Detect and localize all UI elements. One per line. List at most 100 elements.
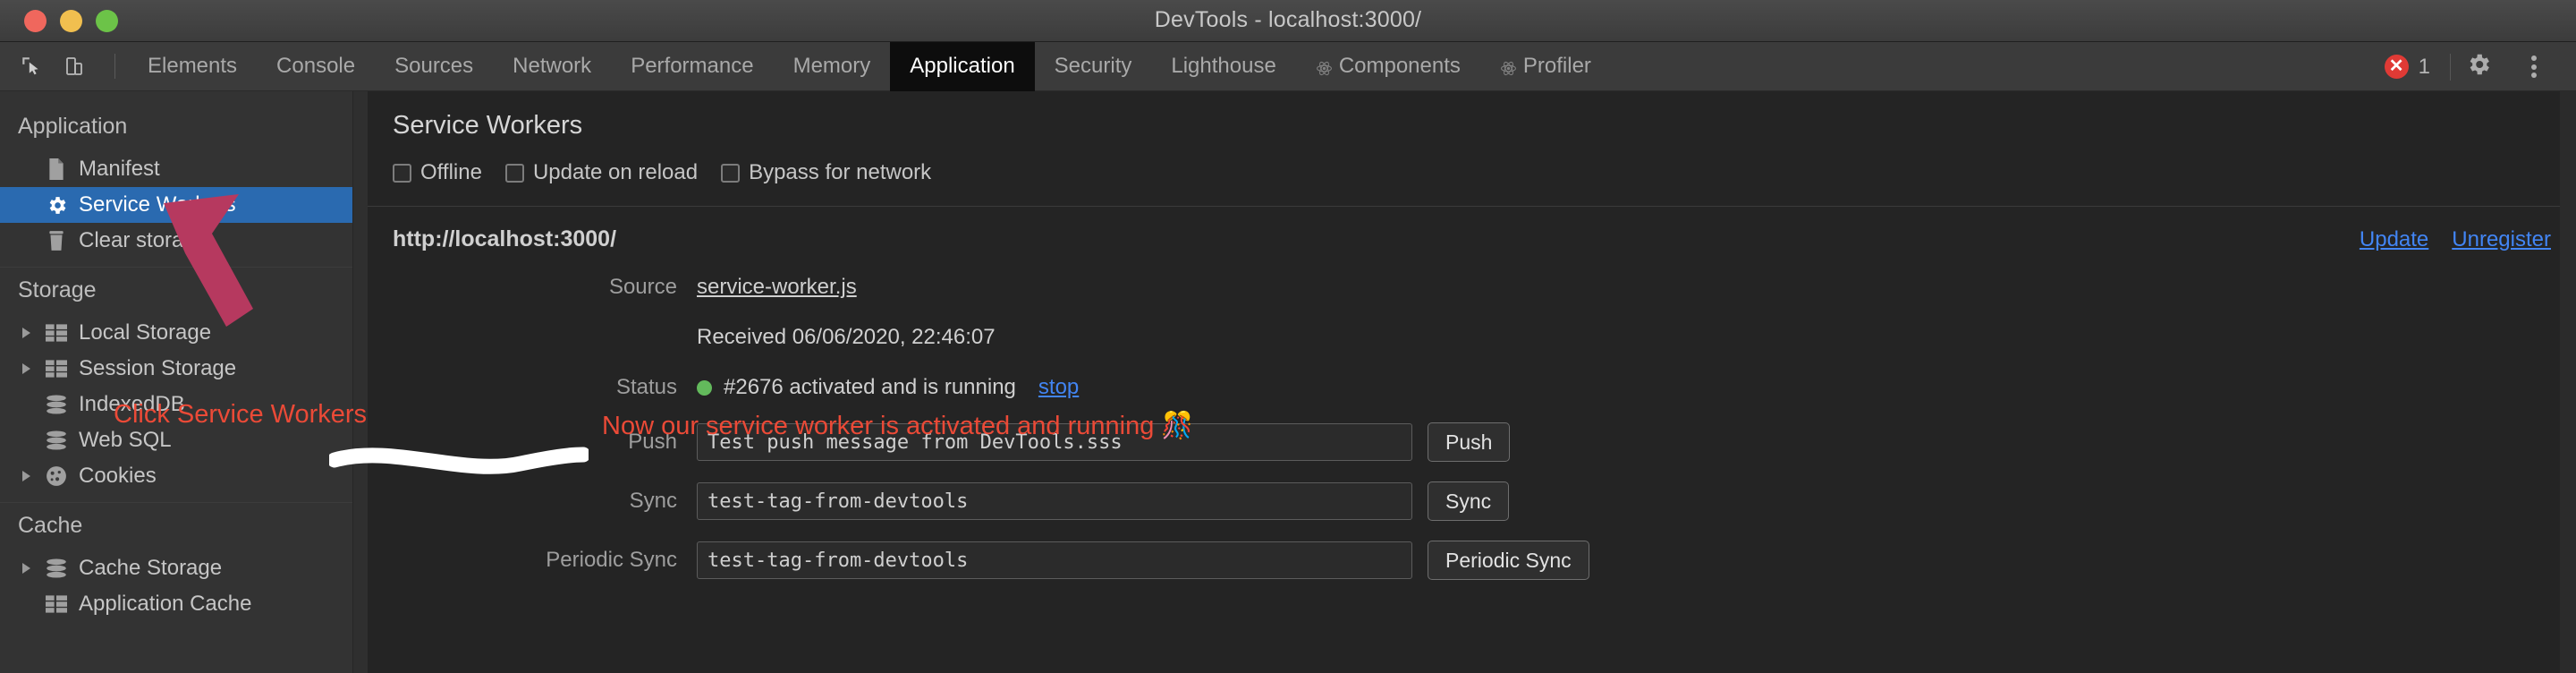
tab-label: Security — [1054, 54, 1132, 78]
tab-label: Network — [513, 54, 592, 78]
tab-profiler[interactable]: Profiler — [1480, 42, 1611, 91]
push-button[interactable]: Push — [1428, 422, 1511, 462]
database-icon — [44, 395, 69, 414]
device-toolbar-icon[interactable] — [59, 51, 89, 81]
tab-label: Profiler — [1522, 54, 1591, 78]
settings-button[interactable] — [2451, 42, 2506, 91]
tab-memory[interactable]: Memory — [774, 42, 891, 91]
push-label: Push — [628, 430, 677, 454]
checkbox-label: Offline — [420, 160, 482, 184]
tab-label: Application — [910, 54, 1015, 78]
tab-performance[interactable]: Performance — [611, 42, 773, 91]
checkbox-box[interactable] — [721, 163, 741, 183]
periodic-sync-button[interactable]: Periodic Sync — [1428, 541, 1589, 580]
sync-label: Sync — [629, 489, 677, 513]
tab-label: Lighthouse — [1171, 54, 1276, 78]
sidebar-item-manifest[interactable]: Manifest — [0, 151, 352, 187]
window-title: DevTools - localhost:3000/ — [1154, 7, 1422, 32]
status-label: Status — [615, 375, 677, 399]
periodic-sync-label: Periodic Sync — [546, 548, 677, 572]
chevron-right-icon[interactable] — [18, 328, 34, 338]
tab-components[interactable]: Components — [1296, 42, 1480, 91]
react-atom-icon — [1316, 58, 1333, 75]
unregister-link[interactable]: Unregister — [2452, 227, 2551, 252]
tab-console[interactable]: Console — [257, 42, 375, 91]
main-scrollbar[interactable] — [2560, 91, 2576, 673]
tab-elements[interactable]: Elements — [128, 42, 257, 91]
toolbar-left-icons — [0, 51, 128, 81]
three-dots-icon — [2531, 53, 2537, 81]
received-row: Received 06/06/2020, 22:46:07 — [368, 322, 2576, 353]
tab-label: Console — [276, 54, 356, 78]
table-icon — [44, 360, 69, 378]
toolbar-divider — [114, 54, 115, 79]
sidebar-group-title-application: Application — [18, 114, 128, 139]
checkbox-box[interactable] — [504, 163, 524, 183]
more-options-button[interactable] — [2506, 42, 2562, 91]
sync-button[interactable]: Sync — [1428, 481, 1510, 521]
window-titlebar: DevTools - localhost:3000/ — [0, 0, 2576, 42]
tab-security[interactable]: Security — [1035, 42, 1152, 91]
chevron-right-icon[interactable] — [18, 363, 34, 374]
devtools-toolbar: Elements Console Sources Network Perform… — [0, 41, 2576, 91]
stop-link[interactable]: stop — [1038, 372, 1079, 403]
tab-lighthouse[interactable]: Lighthouse — [1151, 42, 1295, 91]
checkbox-label: Bypass for network — [749, 160, 932, 184]
source-value: service-worker.js — [697, 272, 857, 302]
checkbox-label: Update on reload — [532, 160, 699, 184]
devtools-body: Application Manifest Service Workers Cle… — [0, 91, 2576, 673]
source-file-link[interactable]: service-worker.js — [697, 275, 857, 299]
error-icon: ✕ — [2384, 55, 2409, 79]
tab-label: Elements — [148, 54, 238, 78]
sidebar-item-label: Web SQL — [79, 428, 172, 452]
tab-label: Components — [1338, 54, 1461, 78]
sidebar-item-label: Clear storage — [79, 228, 208, 252]
sidebar-item-label: Local Storage — [79, 320, 212, 345]
periodic-sync-row: Periodic Sync Periodic Sync — [368, 541, 2576, 580]
tab-label: Performance — [631, 54, 754, 78]
sidebar-item-web-sql[interactable]: Web SQL — [0, 422, 352, 458]
status-text: #2676 activated and is running — [724, 375, 1016, 399]
sidebar-item-cookies[interactable]: Cookies — [0, 458, 352, 494]
sidebar-item-local-storage[interactable]: Local Storage — [0, 315, 352, 351]
chevron-right-icon[interactable] — [18, 471, 34, 481]
sidebar-item-application-cache[interactable]: Application Cache — [0, 586, 352, 622]
service-workers-panel: Service Workers Offline Update on reload… — [368, 91, 2576, 673]
tab-sources[interactable]: Sources — [375, 42, 493, 91]
tab-label: Memory — [792, 54, 871, 78]
update-link[interactable]: Update — [2360, 227, 2428, 252]
error-count: 1 — [2418, 54, 2430, 79]
inspect-element-icon[interactable] — [16, 51, 47, 81]
sidebar-item-indexeddb[interactable]: IndexedDB — [0, 387, 352, 422]
push-message-input[interactable] — [697, 423, 1412, 461]
database-icon — [44, 430, 69, 450]
sidebar-item-session-storage[interactable]: Session Storage — [0, 351, 352, 387]
toolbar-right-cluster: ✕ 1 — [2384, 42, 2562, 91]
push-row: Push Push — [368, 422, 2576, 462]
checkbox-bypass-for-network[interactable]: Bypass for network — [721, 160, 931, 185]
checkbox-offline[interactable]: Offline — [393, 160, 482, 185]
tab-application[interactable]: Application — [890, 41, 1035, 91]
tab-network[interactable]: Network — [493, 42, 611, 91]
sidebar-item-label: Service Workers — [79, 192, 236, 217]
chevron-right-icon[interactable] — [18, 563, 34, 574]
table-icon — [44, 324, 69, 342]
service-worker-options: Offline Update on reload Bypass for netw… — [368, 141, 2576, 185]
sidebar-item-service-workers[interactable]: Service Workers — [0, 187, 352, 223]
status-value: #2676 activated and is running stop — [697, 372, 1079, 403]
periodic-sync-tag-input[interactable] — [697, 541, 1412, 579]
sync-tag-input[interactable] — [697, 482, 1412, 520]
checkbox-update-on-reload[interactable]: Update on reload — [504, 160, 699, 185]
error-count-badge[interactable]: ✕ 1 — [2384, 54, 2450, 80]
checkbox-box[interactable] — [393, 163, 411, 183]
sidebar-item-clear-storage[interactable]: Clear storage — [0, 223, 352, 259]
react-atom-icon — [1500, 58, 1517, 75]
gear-icon — [2465, 51, 2492, 82]
document-icon — [44, 158, 69, 180]
tab-label: Sources — [394, 54, 474, 78]
sidebar-item-cache-storage[interactable]: Cache Storage — [0, 550, 352, 586]
sidebar-scrollbar[interactable] — [353, 91, 368, 673]
database-icon — [44, 558, 69, 578]
application-sidebar: Application Manifest Service Workers Cle… — [0, 91, 353, 673]
sidebar-item-label: Session Storage — [79, 356, 237, 380]
